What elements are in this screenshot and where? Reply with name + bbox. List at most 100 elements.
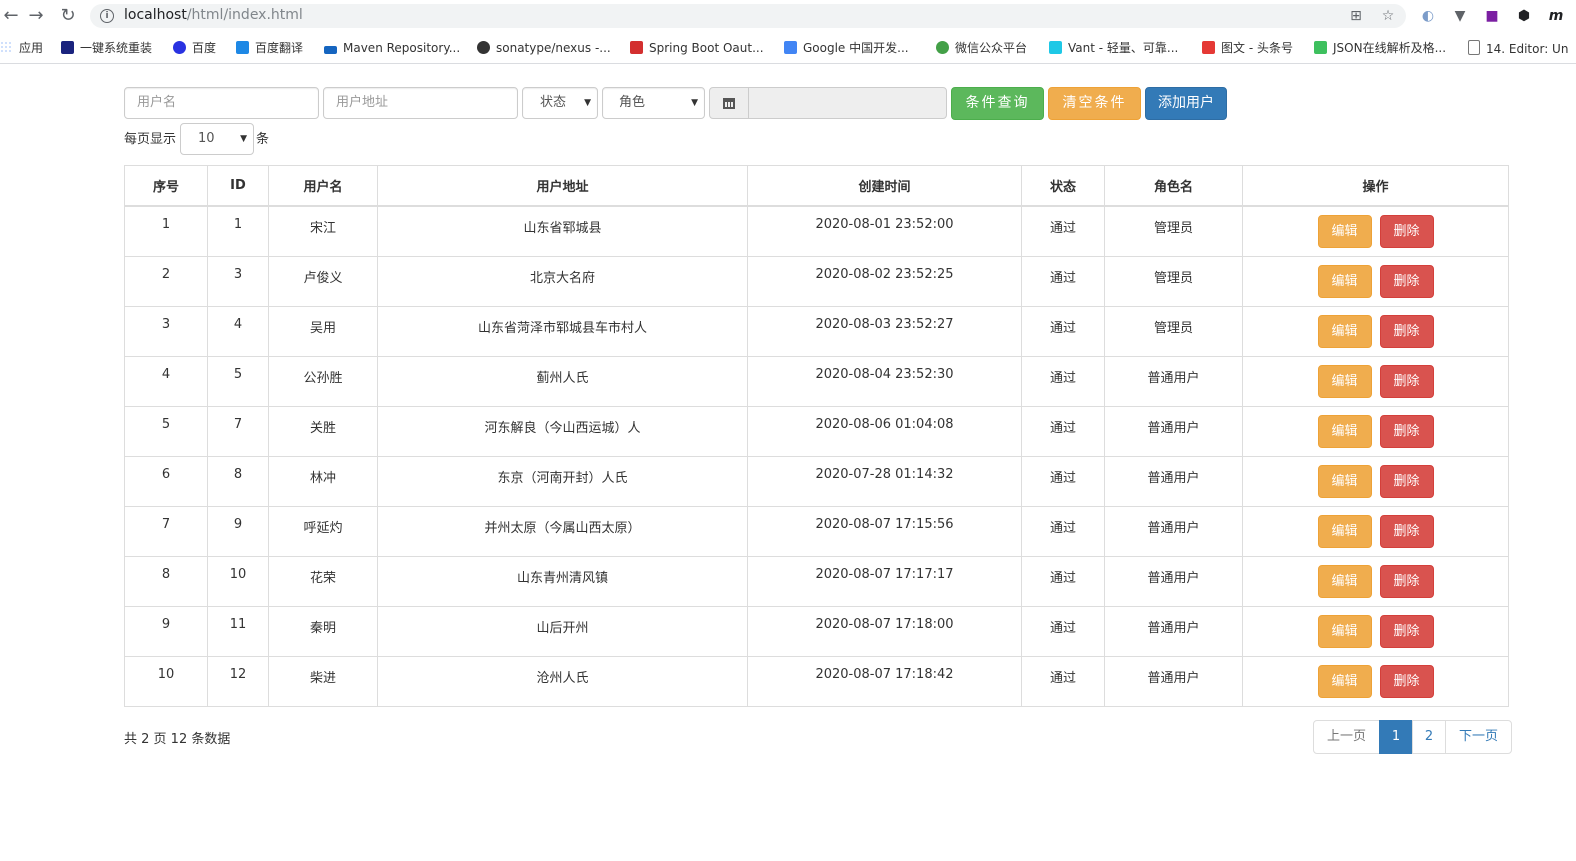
delete-button[interactable]: 删除 bbox=[1379, 264, 1434, 298]
delete-button[interactable]: 删除 bbox=[1379, 464, 1434, 498]
edit-button[interactable]: 编辑 bbox=[1317, 464, 1372, 498]
json-icon bbox=[1314, 41, 1327, 54]
cell-role: 普通用户 bbox=[1104, 405, 1243, 457]
bookmark-item[interactable]: 微信公众平台 bbox=[936, 40, 1027, 56]
address-bar[interactable]: i localhost/html/index.html ⊞ ☆ bbox=[90, 4, 1406, 28]
cell-index: 5 bbox=[124, 405, 208, 457]
back-arrow-icon[interactable]: ← bbox=[0, 5, 22, 27]
bookmark-item[interactable]: Google 中国开发... bbox=[784, 40, 909, 56]
delete-button[interactable]: 删除 bbox=[1379, 564, 1434, 598]
cell-created-time: 2020-08-03 23:52:27 bbox=[747, 305, 1022, 357]
bookmark-favicon-icon bbox=[324, 46, 337, 54]
cell-address: 山东省菏泽市郓城县车市村人 bbox=[377, 305, 748, 357]
cell-username: 柴进 bbox=[268, 655, 378, 707]
reload-icon[interactable]: ↻ bbox=[57, 5, 79, 27]
cell-status: 通过 bbox=[1021, 355, 1105, 407]
status-select-value: 状态 bbox=[540, 95, 567, 110]
bookmark-label: 14. Editor: Un bbox=[1486, 42, 1569, 56]
cell-actions: 编辑 删除 bbox=[1242, 555, 1509, 607]
delete-button[interactable]: 删除 bbox=[1379, 614, 1434, 648]
delete-button[interactable]: 删除 bbox=[1379, 314, 1434, 348]
star-icon[interactable]: ☆ bbox=[1378, 6, 1398, 26]
bookmark-label: 微信公众平台 bbox=[955, 41, 1028, 55]
table-row: 7 9 呼延灼 并州太原（今属山西太原） 2020-08-07 17:15:56 通过 普通… bbox=[124, 505, 1509, 557]
next-page-button[interactable]: 下一页 bbox=[1445, 720, 1512, 754]
clear-button[interactable]: 清空条件 bbox=[1048, 87, 1141, 120]
caret-down-icon: ▼ bbox=[584, 98, 591, 108]
edit-button[interactable]: 编辑 bbox=[1317, 314, 1372, 348]
vant-icon bbox=[1049, 41, 1062, 54]
address-input[interactable]: 用户地址 bbox=[323, 87, 518, 119]
cell-index: 8 bbox=[124, 555, 208, 607]
cell-id: 4 bbox=[207, 305, 269, 357]
role-select[interactable]: 角色 ▼ bbox=[602, 87, 705, 119]
page-button-2[interactable]: 2 bbox=[1412, 720, 1446, 754]
cell-index: 7 bbox=[124, 505, 208, 557]
page-button-1[interactable]: 1 bbox=[1379, 720, 1413, 754]
cell-id: 7 bbox=[207, 405, 269, 457]
bookmark-apps[interactable]: 应用 bbox=[0, 40, 43, 56]
edit-button[interactable]: 编辑 bbox=[1317, 264, 1372, 298]
edit-button[interactable]: 编辑 bbox=[1317, 215, 1372, 248]
bookmark-item[interactable]: 一键系统重装 bbox=[61, 40, 152, 56]
edit-button[interactable]: 编辑 bbox=[1317, 514, 1372, 548]
edit-button[interactable]: 编辑 bbox=[1317, 414, 1372, 448]
edit-button[interactable]: 编辑 bbox=[1317, 364, 1372, 398]
date-range-input[interactable] bbox=[748, 87, 947, 119]
table-header-row: 序号 ID 用户名 用户地址 创建时间 状态 角色名 操作 bbox=[124, 165, 1509, 207]
cell-status: 通过 bbox=[1021, 555, 1105, 607]
page-size-select[interactable]: 10 ▼ bbox=[180, 123, 254, 155]
user-table: 序号 ID 用户名 用户地址 创建时间 状态 角色名 操作 1 1 宋江 山东省郓城县… bbox=[124, 165, 1509, 707]
bookmark-item[interactable]: 百度 bbox=[173, 40, 216, 56]
cell-address: 河东解良（今山西运城）人 bbox=[377, 405, 748, 457]
extension-m-icon[interactable]: m bbox=[1546, 6, 1566, 26]
bookmark-item[interactable]: 百度翻译 bbox=[236, 40, 303, 56]
bookmark-item[interactable]: sonatype/nexus -... bbox=[477, 40, 611, 56]
delete-button[interactable]: 删除 bbox=[1379, 215, 1434, 248]
bookmark-item[interactable]: 14. Editor: Un bbox=[1468, 40, 1568, 56]
cell-status: 通过 bbox=[1021, 605, 1105, 657]
bookmark-label: Vant - 轻量、可靠... bbox=[1068, 41, 1179, 55]
query-button[interactable]: 条件查询 bbox=[951, 87, 1044, 120]
status-select[interactable]: 状态 ▼ bbox=[522, 87, 598, 119]
extension-vue-icon[interactable]: ▼ bbox=[1450, 6, 1470, 26]
cell-id: 9 bbox=[207, 505, 269, 557]
cell-actions: 编辑 删除 bbox=[1242, 405, 1509, 457]
edit-button[interactable]: 编辑 bbox=[1317, 664, 1372, 698]
calendar-addon[interactable] bbox=[709, 87, 749, 119]
translate-icon[interactable]: ⊞ bbox=[1346, 6, 1366, 26]
cell-actions: 编辑 删除 bbox=[1242, 455, 1509, 507]
username-input[interactable]: 用户名 bbox=[124, 87, 319, 119]
extension-rp-icon[interactable]: ■ bbox=[1482, 6, 1502, 26]
edit-button[interactable]: 编辑 bbox=[1317, 564, 1372, 598]
delete-button[interactable]: 删除 bbox=[1379, 414, 1434, 448]
bookmark-item[interactable]: JSON在线解析及格... bbox=[1314, 40, 1446, 56]
add-user-button[interactable]: 添加用户 bbox=[1145, 87, 1227, 120]
extension-globe-icon[interactable]: ◐ bbox=[1418, 6, 1438, 26]
caret-down-icon: ▼ bbox=[691, 98, 698, 108]
prev-page-button[interactable]: 上一页 bbox=[1313, 720, 1380, 754]
cell-username: 秦明 bbox=[268, 605, 378, 657]
url-text[interactable]: localhost/html/index.html bbox=[124, 7, 303, 23]
forward-arrow-icon[interactable]: → bbox=[25, 5, 47, 27]
delete-button[interactable]: 删除 bbox=[1379, 364, 1434, 398]
cell-created-time: 2020-08-07 17:17:17 bbox=[747, 555, 1022, 607]
cell-address: 山东青州清风镇 bbox=[377, 555, 748, 607]
bookmarks-bar: 应用 一键系统重装 百度 百度翻译 Maven Repository... so… bbox=[0, 33, 1576, 64]
cell-address: 沧州人氏 bbox=[377, 655, 748, 707]
cell-actions: 编辑 删除 bbox=[1242, 255, 1509, 307]
cell-actions: 编辑 删除 bbox=[1242, 355, 1509, 407]
delete-button[interactable]: 删除 bbox=[1379, 664, 1434, 698]
bookmark-item[interactable]: Spring Boot Oaut... bbox=[630, 40, 764, 56]
extension-cube-icon[interactable]: ⬢ bbox=[1514, 6, 1534, 26]
bookmark-item[interactable]: Maven Repository... bbox=[324, 40, 460, 56]
delete-button[interactable]: 删除 bbox=[1379, 514, 1434, 548]
bookmark-item[interactable]: 图文 - 头条号 bbox=[1202, 40, 1293, 56]
cell-created-time: 2020-08-07 17:15:56 bbox=[747, 505, 1022, 557]
bookmark-label: sonatype/nexus -... bbox=[496, 41, 611, 55]
bookmark-item[interactable]: Vant - 轻量、可靠... bbox=[1049, 40, 1178, 56]
calendar-icon bbox=[723, 98, 735, 109]
info-icon[interactable]: i bbox=[100, 9, 114, 23]
edit-button[interactable]: 编辑 bbox=[1317, 614, 1372, 648]
table-row: 9 11 秦明 山后开州 2020-08-07 17:18:00 通过 普通用户 编辑 删除 bbox=[124, 605, 1509, 657]
